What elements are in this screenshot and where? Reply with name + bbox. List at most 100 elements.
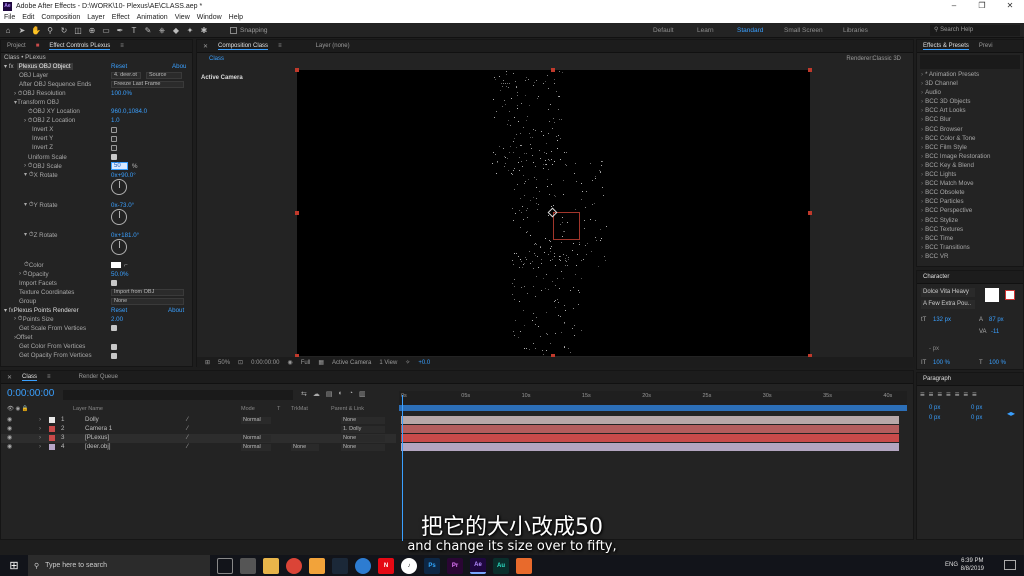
- obj-resolution-value[interactable]: 100.0%: [111, 90, 132, 97]
- expand-arrow-icon[interactable]: ›: [921, 207, 923, 214]
- snapping-checkbox[interactable]: [230, 27, 237, 34]
- reset-button-2[interactable]: Reset: [111, 307, 127, 314]
- motion-blur-icon[interactable]: ◐: [339, 390, 343, 398]
- track-matte-select[interactable]: None: [291, 444, 319, 451]
- tab-paragraph[interactable]: Paragraph: [923, 376, 951, 382]
- panel-menu-icon[interactable]: ≡: [278, 43, 282, 49]
- file-explorer-icon[interactable]: [240, 557, 256, 574]
- col-t[interactable]: T: [277, 406, 280, 412]
- language-indicator[interactable]: ENG: [945, 562, 958, 568]
- timeline-search-input[interactable]: [63, 390, 293, 400]
- chart-icon[interactable]: ▥: [359, 390, 366, 398]
- shy-icon[interactable]: ☁: [313, 390, 320, 398]
- z-rotate-dial[interactable]: [111, 238, 127, 255]
- expand-arrow-icon[interactable]: ›: [921, 80, 923, 87]
- effects-category-item[interactable]: › BCC Particles: [917, 198, 1023, 207]
- effects-category-item[interactable]: › BCC Browser: [917, 126, 1023, 135]
- vertical-scale-value[interactable]: 100 %: [933, 360, 950, 366]
- effects-category-item[interactable]: › Audio: [917, 89, 1023, 98]
- netflix-icon[interactable]: N: [378, 557, 394, 574]
- timeline-timecode[interactable]: 0:00:00:00: [7, 388, 54, 399]
- expand-arrow-icon[interactable]: ›: [921, 107, 923, 114]
- edge-handle[interactable]: [295, 211, 299, 215]
- color-from-vertices-checkbox[interactable]: [111, 343, 117, 350]
- collapse-arrow-icon[interactable]: ▾ fx: [4, 307, 14, 314]
- layer-name[interactable]: Camera 1: [85, 425, 112, 432]
- roto-brush-icon[interactable]: ✦: [184, 25, 196, 37]
- label-color-swatch[interactable]: [49, 426, 55, 432]
- time-ruler[interactable]: 0s 05s 10s 15s 20s 25s 30s 35s 40s: [399, 391, 907, 405]
- stroke-width-value[interactable]: - px: [929, 346, 939, 352]
- expand-arrow-icon[interactable]: ›: [921, 144, 923, 151]
- col-mode[interactable]: Mode: [241, 406, 255, 412]
- expand-arrow-icon[interactable]: ›: [921, 253, 923, 260]
- effects-category-item[interactable]: › BCC Transitions: [917, 244, 1023, 253]
- blend-mode-select[interactable]: Normal: [241, 417, 271, 424]
- points-size-value[interactable]: 2.00: [111, 316, 123, 323]
- folder-icon[interactable]: [309, 557, 325, 574]
- indent-right-value[interactable]: 0 px: [971, 405, 982, 411]
- effects-search-input[interactable]: [920, 55, 1020, 69]
- expand-arrow-icon[interactable]: ›: [921, 171, 923, 178]
- steam-icon[interactable]: [332, 557, 348, 574]
- layer-row[interactable]: ◉ › 4 [deer.obj] ⁄ Normal None None: [1, 443, 396, 452]
- frame-blend-icon[interactable]: ▤: [326, 390, 333, 398]
- justify-left-icon[interactable]: ≡: [946, 390, 951, 399]
- effect-points-renderer[interactable]: ▾ fx Plexus Points Renderer Reset About: [4, 306, 192, 315]
- obj-scale-input[interactable]: 50: [111, 162, 128, 171]
- expand-arrow-icon[interactable]: ›: [921, 89, 923, 96]
- sequence-ends-select[interactable]: Freeze Last Frame: [111, 81, 184, 89]
- expand-arrow-icon[interactable]: ›: [921, 135, 923, 142]
- x-rotate-value[interactable]: 0x+90.0°: [111, 172, 136, 179]
- menu-effect[interactable]: Effect: [112, 12, 130, 23]
- chrome-icon[interactable]: [286, 557, 302, 574]
- text-direction-icon[interactable]: ◂▸: [1007, 409, 1015, 418]
- exposure-value[interactable]: +0.0: [418, 360, 430, 366]
- menu-composition[interactable]: Composition: [41, 12, 80, 23]
- space-after-value[interactable]: 0 px: [971, 415, 982, 421]
- menu-view[interactable]: View: [175, 12, 190, 23]
- justify-all-icon[interactable]: ≡: [972, 390, 977, 399]
- pan-behind-tool-icon[interactable]: ⊕: [86, 25, 98, 37]
- menu-layer[interactable]: Layer: [87, 12, 105, 23]
- pen-tool-icon[interactable]: ✒: [114, 25, 126, 37]
- effects-category-item[interactable]: › BCC Art Looks: [917, 107, 1023, 116]
- resolution-select[interactable]: Full: [301, 360, 311, 366]
- layer-name[interactable]: [deer.obj]: [85, 443, 110, 450]
- camera-select[interactable]: Active Camera: [332, 360, 371, 366]
- view-layout-select[interactable]: 1 View: [379, 360, 397, 366]
- effects-category-item[interactable]: › BCC Film Style: [917, 144, 1023, 153]
- tracking-value[interactable]: -11: [991, 329, 999, 335]
- tab-layer[interactable]: Layer (none): [316, 43, 350, 49]
- effects-category-item[interactable]: › BCC Stylize: [917, 217, 1023, 226]
- expand-arrow-icon[interactable]: ›: [921, 189, 923, 196]
- menu-animation[interactable]: Animation: [137, 12, 168, 23]
- blend-mode-select[interactable]: Normal: [241, 444, 271, 451]
- itunes-icon[interactable]: ♪: [401, 557, 417, 574]
- effects-category-item[interactable]: › BCC Textures: [917, 226, 1023, 235]
- clone-stamp-icon[interactable]: ⎈: [156, 25, 168, 37]
- expand-arrow-icon[interactable]: ›: [921, 217, 923, 224]
- exposure-icon[interactable]: ✧: [405, 359, 410, 366]
- layer-duration-bar[interactable]: [401, 416, 899, 424]
- parent-select[interactable]: None: [341, 435, 385, 442]
- layer-duration-bar[interactable]: [401, 425, 899, 433]
- expand-arrow-icon[interactable]: ›: [39, 416, 41, 423]
- rectangle-tool-icon[interactable]: ▭: [100, 25, 112, 37]
- audition-icon[interactable]: Au: [493, 557, 509, 574]
- minimize-icon[interactable]: –: [940, 0, 968, 12]
- group-select[interactable]: None: [111, 297, 184, 305]
- import-facets-checkbox[interactable]: [111, 280, 117, 287]
- panel-menu-icon[interactable]: ≡: [120, 43, 124, 49]
- taskbar-search-input[interactable]: ⚲ Type here to search: [28, 555, 210, 576]
- layer-row[interactable]: ◉ › 3 [PLexus] ⁄ Normal None: [1, 434, 396, 443]
- search-help-input[interactable]: ⚲ Search Help: [930, 25, 1020, 36]
- stroke-color-swatch[interactable]: [1005, 290, 1015, 300]
- work-area-bar[interactable]: [399, 405, 907, 411]
- color-swatch[interactable]: [111, 262, 121, 269]
- magnification-select[interactable]: 50%: [218, 360, 230, 366]
- workspace-learn[interactable]: Learn: [697, 23, 714, 38]
- expand-arrow-icon[interactable]: ›: [921, 226, 923, 233]
- font-family-select[interactable]: Dolce Vita Heavy: [921, 288, 975, 297]
- expand-arrow-icon[interactable]: ›: [39, 434, 41, 441]
